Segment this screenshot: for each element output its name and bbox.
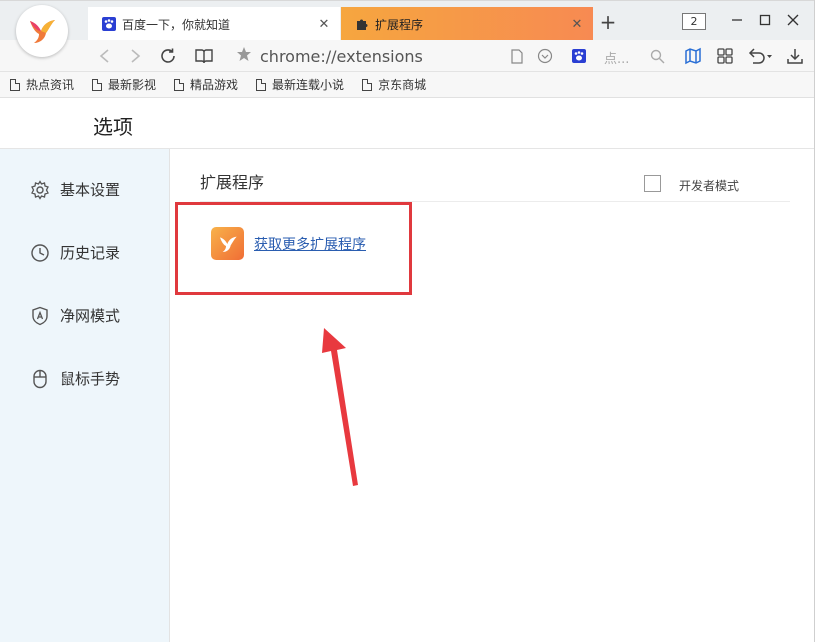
developer-mode-checkbox[interactable] (644, 175, 661, 192)
apps-grid-icon[interactable] (714, 45, 736, 67)
minimize-button[interactable] (726, 9, 748, 31)
page-header: 选项 (0, 98, 815, 149)
tab-extensions[interactable]: 扩展程序 ✕ (341, 7, 593, 41)
forward-icon[interactable] (124, 45, 146, 67)
url-text[interactable]: chrome://extensions (260, 47, 423, 66)
sidebar-item-label: 基本设置 (60, 181, 121, 199)
search-icon[interactable] (646, 45, 668, 67)
clock-icon (30, 243, 50, 263)
developer-mode-label[interactable]: 开发者模式 (679, 177, 739, 194)
sidebar-item-basic-settings[interactable]: 基本设置 (30, 179, 120, 200)
sidebar: 基本设置 历史记录 净网模式 鼠标手势 (0, 149, 170, 642)
bookmark-item[interactable]: 京东商城 (362, 76, 426, 93)
tab-title: 扩展程序 (375, 17, 424, 32)
bookmarks-bar: 热点资讯 最新影视 精品游戏 最新连载小说 京东商城 (0, 72, 815, 98)
sidebar-item-label: 净网模式 (60, 307, 121, 325)
back-icon[interactable] (94, 45, 116, 67)
map-icon[interactable] (682, 45, 704, 67)
close-window-button[interactable] (782, 9, 804, 31)
reader-icon[interactable] (193, 45, 215, 67)
tab-baidu[interactable]: 百度一下，你就知道 ✕ (88, 7, 340, 41)
undo-icon[interactable] (746, 45, 774, 67)
puzzle-icon (355, 17, 369, 31)
document-icon (92, 78, 103, 91)
annotation-arrow (322, 328, 358, 486)
download-icon[interactable] (784, 45, 806, 67)
sidebar-item-label: 鼠标手势 (60, 370, 121, 388)
maximize-button[interactable] (754, 9, 776, 31)
gear-icon (30, 179, 50, 200)
bookmark-item[interactable]: 最新连载小说 (256, 76, 344, 93)
browser-logo[interactable] (16, 5, 68, 57)
title-bar: 百度一下，你就知道 ✕ 扩展程序 ✕ + 2 (0, 0, 815, 41)
sidebar-item-mouse-gestures[interactable]: 鼠标手势 (30, 368, 120, 389)
sidebar-item-history[interactable]: 历史记录 (30, 242, 120, 263)
tab-title: 百度一下，你就知道 (122, 17, 231, 32)
dropdown-circle-icon[interactable] (534, 45, 556, 67)
sidebar-item-label: 历史记录 (60, 244, 121, 262)
close-icon[interactable]: ✕ (314, 17, 334, 32)
bookmark-item[interactable]: 精品游戏 (174, 76, 238, 93)
document-icon (10, 78, 20, 91)
sidebar-item-clean-mode[interactable]: 净网模式 (30, 305, 120, 326)
search-hint[interactable]: 点... (604, 48, 629, 67)
baidu-search-icon[interactable] (568, 45, 590, 67)
document-icon (174, 78, 185, 91)
bookmark-item[interactable]: 最新影视 (92, 76, 156, 93)
content-title: 扩展程序 (200, 173, 265, 192)
baidu-paw-icon (102, 17, 116, 31)
window-count-badge[interactable]: 2 (682, 13, 706, 30)
document-icon (362, 78, 373, 91)
star-icon[interactable] (236, 46, 252, 66)
toolbar: chrome://extensions 点... (0, 40, 815, 72)
mouse-icon (30, 369, 50, 389)
bookmark-item[interactable]: 热点资讯 (10, 76, 74, 93)
shield-icon (30, 306, 50, 326)
close-icon[interactable]: ✕ (567, 17, 587, 32)
page-icon[interactable] (506, 45, 528, 67)
new-tab-button[interactable]: + (598, 10, 618, 34)
page-title: 选项 (93, 115, 133, 139)
document-icon (256, 78, 267, 91)
reload-icon[interactable] (157, 45, 179, 67)
highlight-box (175, 202, 412, 295)
